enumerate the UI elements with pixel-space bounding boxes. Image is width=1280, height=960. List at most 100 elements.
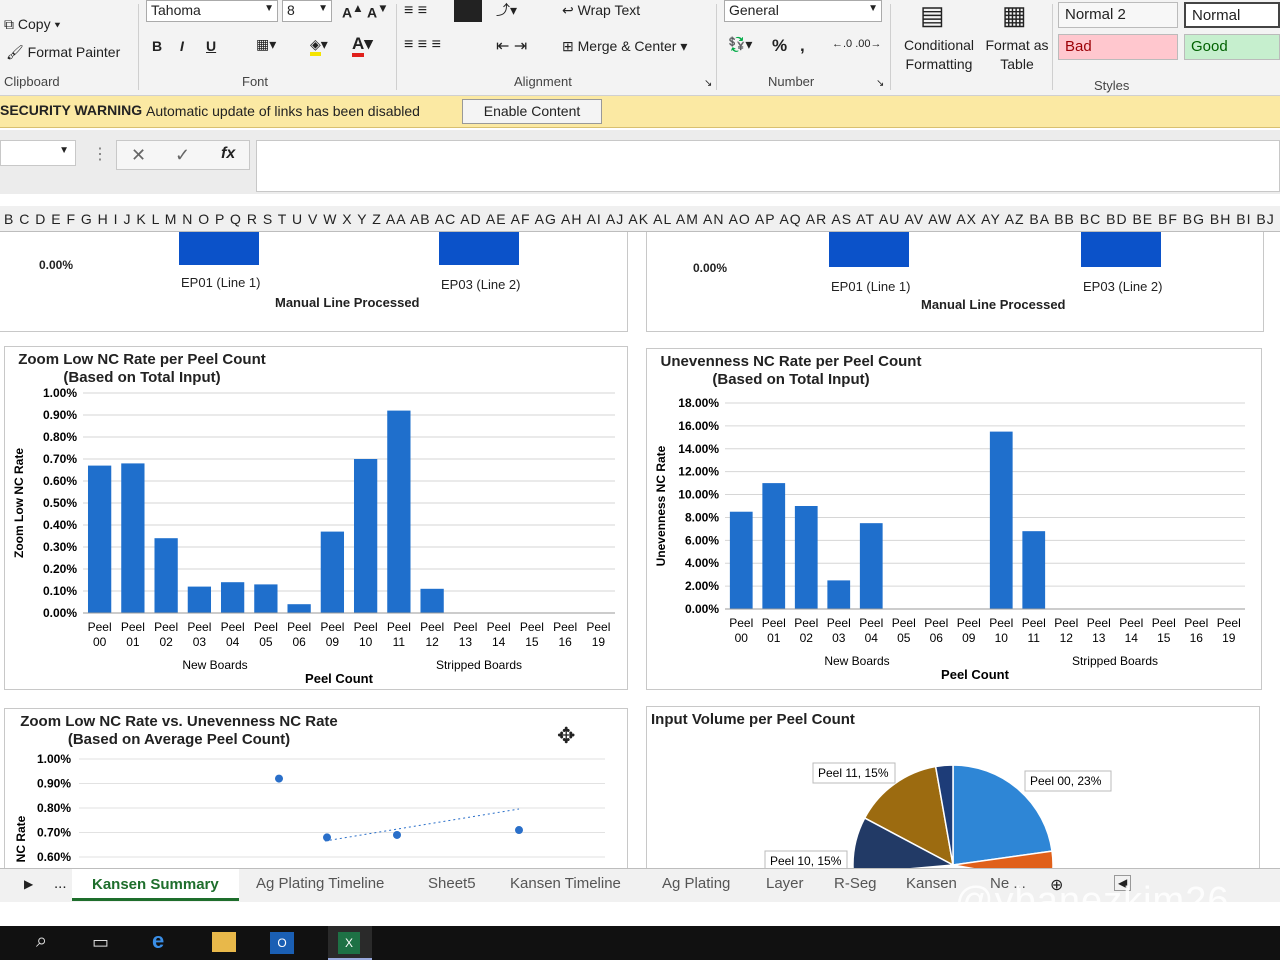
x-tick-label: Peel <box>221 620 245 634</box>
fill-color-button[interactable]: ◈▾ <box>310 36 328 56</box>
y-tick-label: 0.00% <box>693 261 728 275</box>
y-axis-label: Unevenness NC Rate <box>654 445 668 566</box>
conditional-formatting-button[interactable]: Conditional Formatting <box>898 36 980 74</box>
x-tick-label: 15 <box>525 635 539 649</box>
font-name-select[interactable]: Tahoma ▼ <box>146 0 278 22</box>
wrap-text-icon: ↩ <box>562 2 578 18</box>
x-tick-label: 11 <box>393 635 406 649</box>
y-tick-label: 6.00% <box>685 533 719 547</box>
formula-input[interactable] <box>256 140 1280 192</box>
file-explorer-icon[interactable] <box>212 932 236 952</box>
comma-button[interactable]: , <box>800 36 805 56</box>
x-tick-label: Peel <box>88 620 112 634</box>
cancel-icon[interactable]: ✕ <box>131 145 146 166</box>
x-axis-label: Peel Count <box>941 667 1010 682</box>
unevenness-nc-chart[interactable]: Unevenness NC Rate per Peel Count (Based… <box>646 348 1262 690</box>
y-tick-label: 0.00% <box>43 606 77 620</box>
copy-button[interactable]: ⧉ Copy ▾ <box>4 16 60 33</box>
data-label: Peel 11, 15% <box>818 766 889 780</box>
style-normal[interactable]: Normal <box>1184 2 1280 28</box>
x-tick-label: Peel <box>487 620 511 634</box>
x-tick-label: 14 <box>492 635 506 649</box>
x-tick-label: 19 <box>1222 631 1236 645</box>
format-painter-button[interactable]: 🖌 Format Painter <box>6 44 120 61</box>
scroll-tabs-icon[interactable]: ▶ <box>24 877 33 891</box>
indent-icon[interactable]: ⇤ ⇥ <box>496 36 527 56</box>
alignment-group-label: Alignment <box>514 74 572 89</box>
sheet-tab[interactable]: R-Seg <box>834 875 877 892</box>
wrap-text-button[interactable]: ↩ Wrap Text <box>562 2 640 19</box>
chart-bar <box>320 531 345 613</box>
orientation-icon[interactable] <box>454 0 482 22</box>
scatter-nc-chart[interactable]: Zoom Low NC Rate vs. Unevenness NC Rate … <box>4 708 628 868</box>
task-view-icon[interactable]: ▭ <box>92 932 109 953</box>
name-box[interactable]: ▼ <box>0 140 76 166</box>
sheet-tab[interactable]: Sheet5 <box>428 875 476 892</box>
group-label: Stripped Boards <box>1072 654 1158 668</box>
x-tick-label: Peel <box>254 620 278 634</box>
column-headers[interactable]: B C D E F G H I J K L M N O P Q R S T U … <box>0 206 1280 232</box>
y-tick-label: 0.20% <box>43 562 77 576</box>
sheet-tab[interactable]: Kansen Summary <box>72 869 239 901</box>
scatter-plot: 1.00% 0.90% 0.80% 0.70% 0.60% NC Rate <box>14 752 605 864</box>
outlook-icon[interactable]: O <box>270 932 294 954</box>
y-tick-label: 0.60% <box>37 850 71 864</box>
sheet-tab[interactable]: Layer <box>766 875 804 892</box>
clipboard-group-label: Clipboard <box>4 74 60 89</box>
edge-icon[interactable]: e <box>152 928 164 954</box>
style-good[interactable]: Good <box>1184 34 1280 60</box>
y-tick-label: 0.90% <box>43 408 77 422</box>
x-tick-label: Peel <box>1184 616 1208 630</box>
excel-icon[interactable]: X <box>328 926 372 960</box>
more-tabs-icon[interactable]: ... <box>54 875 67 892</box>
font-size-select[interactable]: 8 ▼ <box>282 0 332 22</box>
y-axis-label: NC Rate <box>14 815 28 862</box>
sheet-tab[interactable]: Kansen <box>906 875 957 892</box>
chart-bar <box>1022 531 1046 609</box>
borders-icon[interactable]: ▦▾ <box>256 36 276 53</box>
y-tick-label: 0.60% <box>43 474 77 488</box>
dialog-launcher-icon[interactable]: ↘ <box>876 78 884 89</box>
sheet-tab[interactable]: Kansen Timeline <box>510 875 621 892</box>
format-as-table-button[interactable]: Format as Table <box>984 36 1050 74</box>
font-color-button[interactable]: A▾ <box>352 34 373 57</box>
dialog-launcher-icon[interactable]: ↘ <box>704 78 712 89</box>
check-icon[interactable]: ✓ <box>175 145 190 166</box>
x-tick-label: 14 <box>1125 631 1139 645</box>
percent-button[interactable]: % <box>772 36 787 56</box>
x-tick-label: Peel <box>387 620 411 634</box>
text-direction-icon[interactable]: ⤴▾ <box>496 0 517 20</box>
sheet-tab[interactable]: Ag Plating <box>662 875 730 892</box>
enable-content-button[interactable]: Enable Content <box>462 99 602 124</box>
x-tick-label: Peel <box>729 616 753 630</box>
zoom-low-nc-chart[interactable]: Zoom Low NC Rate per Peel Count (Based o… <box>4 346 628 690</box>
align-left-icon[interactable]: ≡ ≡ ≡ <box>404 36 441 54</box>
input-volume-chart[interactable]: Input Volume per Peel Count Peel 00, 23%… <box>646 706 1260 868</box>
x-tick-label: 16 <box>558 635 572 649</box>
bold-button[interactable]: B <box>152 38 162 54</box>
chart-top-left[interactable]: 0.00% EP01 (Line 1) EP03 (Line 2) Manual… <box>0 232 628 332</box>
x-tick-label: Peel <box>520 620 544 634</box>
x-tick-label: 04 <box>865 631 879 645</box>
x-tick-label: 10 <box>995 631 1009 645</box>
x-tick-label: 00 <box>93 635 107 649</box>
x-tick-label: EP01 (Line 1) <box>831 279 911 294</box>
align-top-icon[interactable]: ≡ ≡ <box>404 2 427 20</box>
italic-button[interactable]: I <box>180 38 184 54</box>
insert-function-button[interactable]: fx <box>221 145 235 163</box>
chart-bar <box>859 523 883 609</box>
grow-font-button[interactable]: A▲ A▼ <box>342 2 389 21</box>
number-format-select[interactable]: General ▼ <box>724 0 882 22</box>
x-axis-label: Manual Line Processed <box>275 295 420 310</box>
style-normal-2[interactable]: Normal 2 <box>1058 2 1178 28</box>
sheet-tab[interactable]: Ag Plating Timeline <box>256 875 384 892</box>
merge-center-button[interactable]: ⊞ Merge & Center ▾ <box>562 38 687 55</box>
increase-decimal-icon[interactable]: ←.0 .00→ <box>832 38 882 50</box>
currency-icon[interactable]: 💱▾ <box>728 36 752 53</box>
search-icon[interactable]: ⌕ <box>36 930 47 953</box>
worksheet[interactable]: 0.00% EP01 (Line 1) EP03 (Line 2) Manual… <box>0 232 1280 868</box>
underline-button[interactable]: U <box>206 38 216 54</box>
x-tick-label: 09 <box>326 635 340 649</box>
style-bad[interactable]: Bad <box>1058 34 1178 60</box>
chart-top-right[interactable]: 0.00% EP01 (Line 1) EP03 (Line 2) Manual… <box>646 232 1264 332</box>
